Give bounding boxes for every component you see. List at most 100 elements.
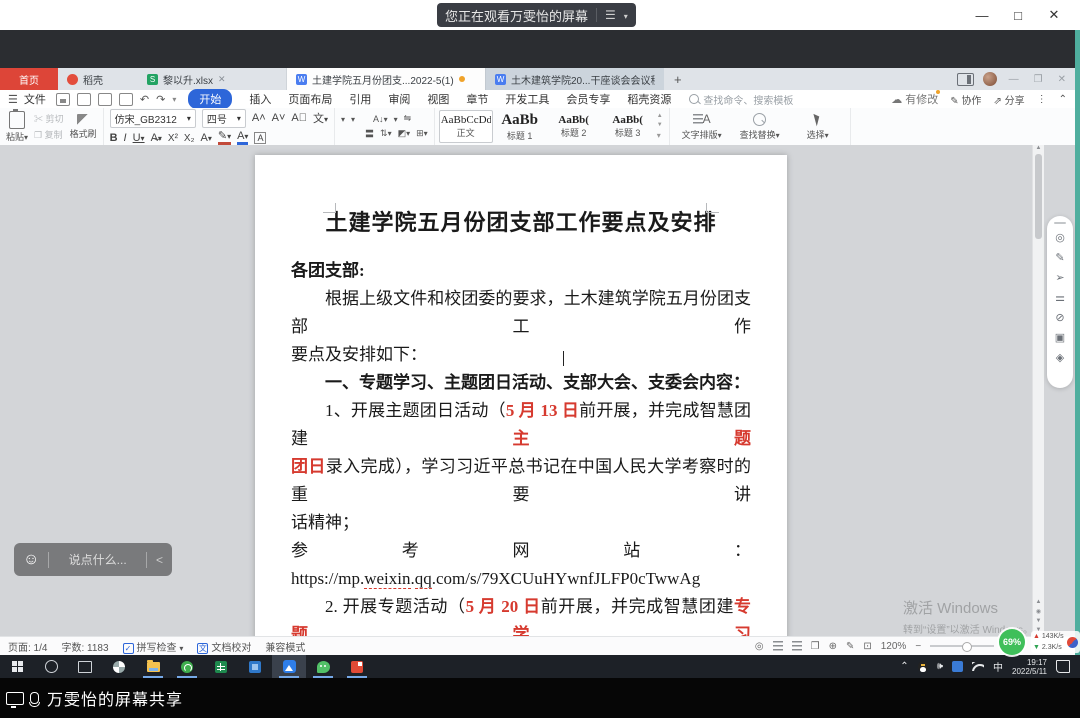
banner-menu-icon[interactable] <box>605 8 616 22</box>
ime-indicator[interactable]: 中 <box>993 659 1003 674</box>
eye-protection-icon[interactable] <box>755 641 764 652</box>
minimize-button[interactable]: — <box>964 0 1000 30</box>
undo-icon[interactable] <box>140 93 149 106</box>
wifi-icon[interactable] <box>972 662 984 671</box>
superscript-button[interactable]: X² <box>168 132 178 144</box>
volume-icon[interactable]: 🕪 <box>937 661 943 672</box>
paste-button[interactable]: 粘贴 <box>6 111 28 143</box>
select-button[interactable]: 选择 <box>792 112 844 141</box>
start-button[interactable] <box>0 655 34 678</box>
sort-button[interactable]: A↓ <box>373 114 388 124</box>
export-icon[interactable] <box>77 93 91 106</box>
word-count[interactable]: 字数: 1183 <box>61 639 108 654</box>
tab-close-icon[interactable]: ✕ <box>218 74 226 85</box>
cortana-button[interactable] <box>34 655 68 678</box>
fit-page-icon[interactable] <box>863 641 871 652</box>
page-indicator[interactable]: 页面: 1/4 <box>8 639 47 654</box>
settings-sliders-icon[interactable] <box>1055 291 1065 304</box>
action-center-icon[interactable] <box>1056 660 1070 673</box>
format-painter-button[interactable]: 格式刷 <box>70 114 97 140</box>
save-icon[interactable] <box>56 93 70 106</box>
maximize-button[interactable]: □ <box>1000 0 1036 30</box>
numbered-list-button[interactable] <box>351 114 355 124</box>
user-avatar[interactable] <box>983 72 997 86</box>
360-safe-button[interactable] <box>170 655 204 678</box>
command-search[interactable]: 查找命令、搜索模板 <box>689 92 793 107</box>
browse-object-icon[interactable]: ◉ <box>1036 608 1041 615</box>
main-menu-icon[interactable] <box>8 93 18 106</box>
ink-icon[interactable] <box>846 641 854 652</box>
find-replace-button[interactable]: 查找替换 <box>734 112 786 141</box>
excel-button[interactable] <box>204 655 238 678</box>
copy-button[interactable]: ❐ 复制 <box>34 128 64 141</box>
ribbon-tab-page-layout[interactable]: 页面布局 <box>288 91 332 107</box>
meeting-chat-bubble[interactable]: 说点什么... < <box>14 543 172 576</box>
tab-home[interactable]: 首页 <box>0 68 58 90</box>
chat-input[interactable]: 说点什么... <box>49 551 146 568</box>
network-speed-overlay[interactable]: ▲ 143K/s ▼ 2.3K/s <box>1031 631 1080 653</box>
vertical-scrollbar[interactable]: ◉ <box>1032 145 1044 636</box>
ribbon-tab-review[interactable]: 审阅 <box>388 91 410 107</box>
close-button[interactable]: ✕ <box>1036 0 1072 30</box>
line-spacing-button[interactable]: ⇅ <box>380 128 392 139</box>
zoom-level[interactable]: 120% <box>881 641 907 652</box>
document-page[interactable]: 土建学院五月份团支部工作要点及安排 各团支部:根据上级文件和校团委的要求，土木建… <box>255 155 787 636</box>
cloud-sync-status[interactable]: ☁ 有修改 <box>891 91 938 107</box>
clock[interactable]: 19:17 2022/5/11 <box>1012 658 1047 676</box>
file-menu[interactable]: 文件 <box>24 91 46 107</box>
strikethrough-button[interactable]: A̶ <box>151 132 162 144</box>
wechat-button[interactable] <box>306 655 340 678</box>
bullet-list-button[interactable] <box>341 114 345 124</box>
shading-pen-button[interactable]: ✎ <box>218 131 231 145</box>
italic-button[interactable]: I <box>124 132 127 144</box>
font-size-select[interactable]: 四号 <box>202 109 246 128</box>
cut-button[interactable]: ✂ 剪切 <box>34 112 64 125</box>
shrink-font-button[interactable]: A˅ <box>272 112 286 124</box>
font-color-button[interactable]: A <box>237 131 248 145</box>
battery-indicator[interactable]: 69% <box>999 629 1025 655</box>
qq-penguin-icon[interactable] <box>918 661 928 672</box>
outline-view-icon[interactable] <box>792 641 802 651</box>
card-tool-icon[interactable] <box>1055 331 1065 344</box>
ribbon-tab-developer[interactable]: 开发工具 <box>505 91 549 107</box>
hidden-icons-chevron[interactable] <box>900 661 908 672</box>
tab-document-2[interactable]: W土木建筑学院20...干座谈会会议程 <box>485 68 664 90</box>
pointer-icon[interactable] <box>1055 271 1064 284</box>
tray-app-icon[interactable] <box>952 661 963 672</box>
underline-button[interactable]: U <box>133 132 145 144</box>
quick-access-caret-icon[interactable] <box>172 95 176 104</box>
web-view-icon[interactable] <box>829 641 837 652</box>
chat-collapse-icon[interactable]: < <box>156 553 163 567</box>
scrollbar-thumb[interactable] <box>1035 154 1042 239</box>
task-view-button[interactable] <box>68 655 102 678</box>
shading-button[interactable]: ◩ <box>398 128 411 139</box>
text-layout-button[interactable]: A 文字排版 <box>676 112 728 141</box>
next-page-icon[interactable] <box>1036 618 1042 624</box>
show-marks-button[interactable] <box>394 114 398 124</box>
help-icon[interactable] <box>1055 311 1064 324</box>
tab-spreadsheet[interactable]: S黎以升.xlsx✕ <box>138 68 287 90</box>
wps-close-icon[interactable]: ✕ <box>1055 74 1069 85</box>
spellcheck-toggle[interactable]: ✓拼写检查 <box>123 639 184 654</box>
wps-red-app-button[interactable] <box>340 655 374 678</box>
distribute-button[interactable]: 〓 <box>365 127 374 140</box>
file-explorer-button[interactable] <box>136 655 170 678</box>
previous-page-icon[interactable] <box>1036 599 1042 605</box>
side-panel-icon[interactable] <box>957 73 974 86</box>
collapse-ribbon-icon[interactable] <box>1059 94 1067 105</box>
ribbon-tab-docer-resources[interactable]: 稻壳资源 <box>627 91 671 107</box>
emoji-icon[interactable] <box>23 551 39 569</box>
character-border-button[interactable]: A <box>254 132 266 144</box>
style-heading2[interactable]: AaBb( 标题 2 <box>547 110 601 143</box>
zoom-out-button[interactable]: − <box>915 641 921 652</box>
new-tab-button[interactable]: + <box>664 68 692 90</box>
annotate-pen-icon[interactable] <box>1055 251 1064 264</box>
style-heading3[interactable]: AaBb( 标题 3 <box>601 110 655 143</box>
wps-restore-icon[interactable]: ❐ <box>1031 74 1046 85</box>
ribbon-tab-member[interactable]: 会员专享 <box>566 91 610 107</box>
ribbon-tab-references[interactable]: 引用 <box>349 91 371 107</box>
clear-format-button[interactable]: A⃠ <box>291 112 307 124</box>
ribbon-tab-insert[interactable]: 插入 <box>249 91 271 107</box>
proofread-button[interactable]: 文文档校对 <box>197 639 251 654</box>
meeting-app-button[interactable] <box>272 655 306 678</box>
